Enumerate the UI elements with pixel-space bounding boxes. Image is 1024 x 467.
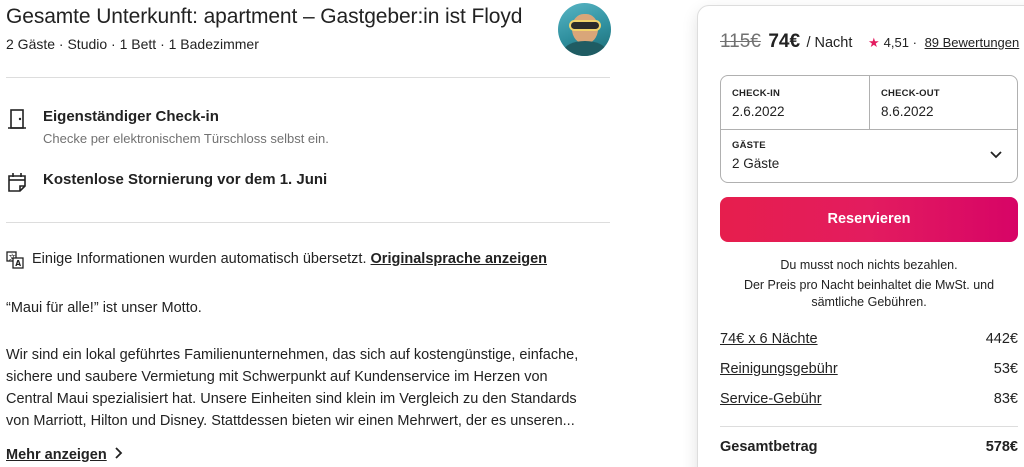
show-more-link[interactable]: Mehr anzeigen xyxy=(6,447,123,463)
avatar-goggles xyxy=(569,20,601,31)
feature-title: Kostenlose Stornierung vor dem 1. Juni xyxy=(43,171,328,188)
svg-text:A: A xyxy=(15,259,21,268)
description-line: sichere und saubere Vermietung mit Schwe… xyxy=(6,369,548,385)
door-icon xyxy=(6,108,28,130)
fee-label[interactable]: Service-Gebühr xyxy=(720,391,822,407)
field-divider xyxy=(721,129,1017,130)
fee-amount: 442€ xyxy=(985,331,1018,347)
translation-text: Einige Informationen wurden automatisch … xyxy=(32,251,367,267)
fee-label[interactable]: Reinigungsgebühr xyxy=(720,361,838,377)
guests-field[interactable]: GÄSTE 2 Gäste xyxy=(732,140,1002,171)
fee-amount: 83€ xyxy=(993,391,1018,407)
description-line: Central Maui spezialisiert hat. Unsere E… xyxy=(6,391,577,407)
listing-description: Wir sind ein lokal geführtes Familienunt… xyxy=(6,344,610,432)
rating-summary: ★ 4,51 · 89 Bewertungen xyxy=(868,35,1019,51)
translation-text-wrap: Einige Informationen wurden automatisch … xyxy=(32,251,547,267)
fee-amount: 53€ xyxy=(993,361,1018,377)
translate-icon: 文A xyxy=(6,251,24,269)
rating-value: 4,51 xyxy=(883,35,909,50)
fee-row-nights: 74€ x 6 Nächte 442€ xyxy=(720,331,1018,347)
fee-label[interactable]: 74€ x 6 Nächte xyxy=(720,331,818,347)
section-divider xyxy=(6,77,610,78)
checkin-field[interactable]: CHECK-IN 2.6.2022 xyxy=(732,88,785,119)
fee-row-service: Service-Gebühr 83€ xyxy=(720,391,1018,407)
booking-card: 115€ 74€ / Nacht ★ 4,51 · 89 Bewertungen … xyxy=(697,5,1024,467)
chevron-down-icon[interactable] xyxy=(989,147,1003,161)
description-line: von Marriott, Hilton und Disney. Stattde… xyxy=(6,413,575,429)
calendar-icon xyxy=(6,171,28,193)
checkout-value: 8.6.2022 xyxy=(881,104,934,119)
no-charge-note: Du musst noch nichts bezahlen. xyxy=(780,258,958,272)
chevron-right-icon xyxy=(113,447,123,463)
checkin-value: 2.6.2022 xyxy=(732,104,785,119)
original-price: 115€ xyxy=(720,31,761,52)
listing-summary: 2 Gäste · Studio · 1 Bett · 1 Badezimmer xyxy=(6,36,259,52)
per-night-label: / Nacht xyxy=(806,35,853,51)
guests-label: GÄSTE xyxy=(732,140,766,151)
fee-row-cleaning: Reinigungsgebühr 53€ xyxy=(720,361,1018,377)
checkout-label: CHECK-OUT xyxy=(881,88,940,99)
show-original-language-link[interactable]: Originalsprache anzeigen xyxy=(371,251,547,267)
tax-note: Der Preis pro Nacht beinhaltet die MwSt.… xyxy=(743,278,995,309)
checkin-label: CHECK-IN xyxy=(732,88,781,99)
field-divider xyxy=(869,76,870,129)
guests-value: 2 Gäste xyxy=(732,156,780,171)
description-motto: “Maui für alle!” ist unser Motto. xyxy=(6,300,202,316)
description-line: Wir sind ein lokal geführtes Familienunt… xyxy=(6,347,579,363)
reserve-button[interactable]: Reservieren xyxy=(720,197,1018,242)
total-row: Gesamtbetrag 578€ xyxy=(720,439,1018,455)
price-row: 115€ 74€ / Nacht xyxy=(720,31,852,53)
avatar-body xyxy=(564,41,606,56)
reviews-link[interactable]: 89 Bewertungen xyxy=(925,35,1020,50)
feature-description: Checke per elektronischem Türschloss sel… xyxy=(43,131,329,146)
card-divider xyxy=(720,426,1018,427)
feature-title: Eigenständiger Check-in xyxy=(43,108,219,125)
checkout-field[interactable]: CHECK-OUT 8.6.2022 xyxy=(881,88,940,119)
host-avatar[interactable] xyxy=(558,3,611,56)
show-more-label: Mehr anzeigen xyxy=(6,447,107,463)
rating-separator: · xyxy=(912,35,917,50)
booking-picker: CHECK-IN 2.6.2022 CHECK-OUT 8.6.2022 GÄS… xyxy=(720,75,1018,183)
total-amount: 578€ xyxy=(985,439,1018,455)
star-icon: ★ xyxy=(868,35,880,50)
discounted-price: 74€ xyxy=(768,31,801,52)
total-label: Gesamtbetrag xyxy=(720,439,818,455)
section-divider xyxy=(6,222,610,223)
listing-title: Gesamte Unterkunft: apartment – Gastgebe… xyxy=(6,5,523,28)
